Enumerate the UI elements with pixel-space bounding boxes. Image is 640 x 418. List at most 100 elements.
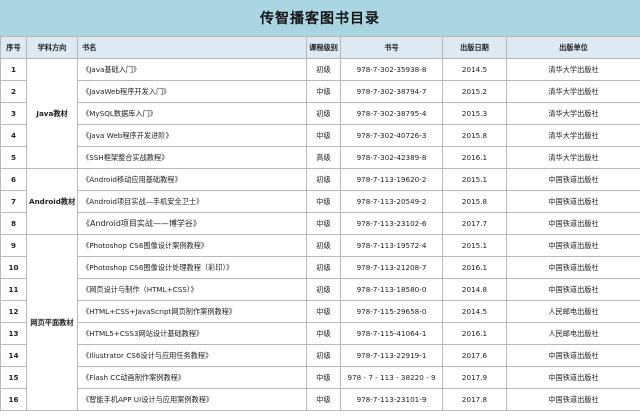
cell-no[interactable]: 7 bbox=[0, 190, 27, 213]
cell-date[interactable]: 2017.9 bbox=[442, 366, 507, 389]
cell-level[interactable]: 中级 bbox=[306, 322, 341, 345]
cell-publisher[interactable]: 清华大学出版社 bbox=[506, 80, 640, 103]
cell-no[interactable]: 4 bbox=[0, 124, 27, 147]
cell-book-name[interactable]: 《Illustrator CS6设计与应用任务教程》 bbox=[77, 344, 307, 367]
cell-publisher[interactable]: 清华大学出版社 bbox=[506, 102, 640, 125]
cell-publisher[interactable]: 中国铁道出版社 bbox=[506, 366, 640, 389]
cell-book-name[interactable]: 《JavaWeb程序开发入门》 bbox=[77, 80, 307, 103]
cell-subject[interactable]: Android教材 bbox=[26, 168, 78, 235]
cell-date[interactable]: 2016.1 bbox=[442, 322, 507, 345]
cell-level[interactable]: 中级 bbox=[306, 80, 341, 103]
cell-no[interactable]: 14 bbox=[0, 344, 27, 367]
cell-level[interactable]: 中级 bbox=[306, 300, 341, 323]
header-date[interactable]: 出版日期 bbox=[442, 36, 507, 59]
cell-isbn[interactable]: 978-7-113-23101-9 bbox=[340, 388, 443, 411]
cell-date[interactable]: 2014.5 bbox=[442, 300, 507, 323]
cell-no[interactable]: 9 bbox=[0, 234, 27, 257]
cell-level[interactable]: 中级 bbox=[306, 190, 341, 213]
header-book-name[interactable]: 书名 bbox=[77, 36, 307, 59]
header-no[interactable]: 序号 bbox=[0, 36, 27, 59]
cell-date[interactable]: 2014.8 bbox=[442, 278, 507, 301]
cell-isbn[interactable]: 978-7-302-38795-4 bbox=[340, 102, 443, 125]
cell-date[interactable]: 2016.1 bbox=[442, 146, 507, 169]
cell-book-name[interactable]: 《Java Web程序开发进阶》 bbox=[77, 124, 307, 147]
cell-isbn[interactable]: 978-7-113-19572-4 bbox=[340, 234, 443, 257]
cell-no[interactable]: 5 bbox=[0, 146, 27, 169]
cell-level[interactable]: 初级 bbox=[306, 168, 341, 191]
cell-isbn[interactable]: 978 - 7 - 113 - 38220 - 9 bbox=[340, 366, 443, 389]
cell-no[interactable]: 2 bbox=[0, 80, 27, 103]
header-isbn[interactable]: 书号 bbox=[340, 36, 443, 59]
cell-publisher[interactable]: 中国铁道出版社 bbox=[506, 212, 640, 235]
cell-isbn[interactable]: 978-7-113-20549-2 bbox=[340, 190, 443, 213]
cell-book-name[interactable]: 《HTML+CSS+JavaScript网页制作案例教程》 bbox=[77, 300, 307, 323]
cell-isbn[interactable]: 978-7-302-35938-8 bbox=[340, 58, 443, 81]
cell-date[interactable]: 2016.1 bbox=[442, 256, 507, 279]
cell-date[interactable]: 2017.8 bbox=[442, 388, 507, 411]
cell-isbn[interactable]: 978-7-113-19620-2 bbox=[340, 168, 443, 191]
cell-date[interactable]: 2015.8 bbox=[442, 124, 507, 147]
cell-book-name[interactable]: 《Photoshop CS6图像设计处理教程（彩印）》 bbox=[77, 256, 307, 279]
cell-publisher[interactable]: 中国铁道出版社 bbox=[506, 190, 640, 213]
cell-no[interactable]: 12 bbox=[0, 300, 27, 323]
cell-isbn[interactable]: 978-7-115-29658-0 bbox=[340, 300, 443, 323]
cell-publisher[interactable]: 中国铁道出版社 bbox=[506, 256, 640, 279]
cell-book-name[interactable]: 《HTML5+CSS3网站设计基础教程》 bbox=[77, 322, 307, 345]
cell-no[interactable]: 6 bbox=[0, 168, 27, 191]
cell-book-name[interactable]: 《SSH框架整合实战教程》 bbox=[77, 146, 307, 169]
cell-date[interactable]: 2017.6 bbox=[442, 344, 507, 367]
cell-date[interactable]: 2015.3 bbox=[442, 102, 507, 125]
cell-level[interactable]: 初级 bbox=[306, 278, 341, 301]
cell-no[interactable]: 15 bbox=[0, 366, 27, 389]
cell-level[interactable]: 中级 bbox=[306, 124, 341, 147]
cell-date[interactable]: 2015.8 bbox=[442, 190, 507, 213]
cell-isbn[interactable]: 978-7-115-41064-1 bbox=[340, 322, 443, 345]
header-subject[interactable]: 学科方向 bbox=[26, 36, 78, 59]
cell-isbn[interactable]: 978-7-113-21208-7 bbox=[340, 256, 443, 279]
cell-date[interactable]: 2015.2 bbox=[442, 80, 507, 103]
cell-no[interactable]: 16 bbox=[0, 388, 27, 411]
cell-book-name[interactable]: 《MySQL数据库入门》 bbox=[77, 102, 307, 125]
cell-book-name[interactable]: 《网页设计与制作（HTML+CSS）》 bbox=[77, 278, 307, 301]
cell-level[interactable]: 中级 bbox=[306, 388, 341, 411]
cell-publisher[interactable]: 中国铁道出版社 bbox=[506, 344, 640, 367]
cell-level[interactable]: 中级 bbox=[306, 366, 341, 389]
cell-level[interactable]: 初级 bbox=[306, 344, 341, 367]
cell-level[interactable]: 初级 bbox=[306, 256, 341, 279]
cell-publisher[interactable]: 中国铁道出版社 bbox=[506, 168, 640, 191]
cell-level[interactable]: 中级 bbox=[306, 212, 341, 235]
cell-isbn[interactable]: 978-7-302-38794-7 bbox=[340, 80, 443, 103]
cell-no[interactable]: 13 bbox=[0, 322, 27, 345]
cell-book-name[interactable]: 《Photoshop CS6图像设计案例教程》 bbox=[77, 234, 307, 257]
cell-no[interactable]: 11 bbox=[0, 278, 27, 301]
cell-isbn[interactable]: 978-7-113-23102-6 bbox=[340, 212, 443, 235]
cell-no[interactable]: 1 bbox=[0, 58, 27, 81]
cell-book-name[interactable]: 《Android项目实战—手机安全卫士》 bbox=[77, 190, 307, 213]
cell-subject[interactable]: 网页平面教材 bbox=[26, 234, 78, 411]
cell-publisher[interactable]: 中国铁道出版社 bbox=[506, 234, 640, 257]
cell-date[interactable]: 2015.1 bbox=[442, 234, 507, 257]
cell-isbn[interactable]: 978-7-113-18580-0 bbox=[340, 278, 443, 301]
cell-publisher[interactable]: 人民邮电出版社 bbox=[506, 322, 640, 345]
cell-level[interactable]: 初级 bbox=[306, 234, 341, 257]
cell-publisher[interactable]: 中国铁道出版社 bbox=[506, 388, 640, 411]
cell-publisher[interactable]: 清华大学出版社 bbox=[506, 146, 640, 169]
cell-publisher[interactable]: 中国铁道出版社 bbox=[506, 278, 640, 301]
cell-level[interactable]: 初级 bbox=[306, 102, 341, 125]
cell-publisher[interactable]: 清华大学出版社 bbox=[506, 58, 640, 81]
header-publisher[interactable]: 出版单位 bbox=[506, 36, 640, 59]
cell-publisher[interactable]: 清华大学出版社 bbox=[506, 124, 640, 147]
cell-date[interactable]: 2015.1 bbox=[442, 168, 507, 191]
header-level[interactable]: 课程级别 bbox=[306, 36, 341, 59]
cell-date[interactable]: 2014.5 bbox=[442, 58, 507, 81]
cell-no[interactable]: 10 bbox=[0, 256, 27, 279]
cell-book-name[interactable]: 《Flash CC动画制作案例教程》 bbox=[77, 366, 307, 389]
cell-book-name[interactable]: 《智能手机APP UI设计与应用案例教程》 bbox=[77, 388, 307, 411]
cell-isbn[interactable]: 978-7-302-40726-3 bbox=[340, 124, 443, 147]
cell-no[interactable]: 8 bbox=[0, 212, 27, 235]
cell-level[interactable]: 高级 bbox=[306, 146, 341, 169]
cell-book-name[interactable]: 《Android移动应用基础教程》 bbox=[77, 168, 307, 191]
cell-date[interactable]: 2017.7 bbox=[442, 212, 507, 235]
cell-subject[interactable]: Java教材 bbox=[26, 58, 78, 169]
cell-no[interactable]: 3 bbox=[0, 102, 27, 125]
